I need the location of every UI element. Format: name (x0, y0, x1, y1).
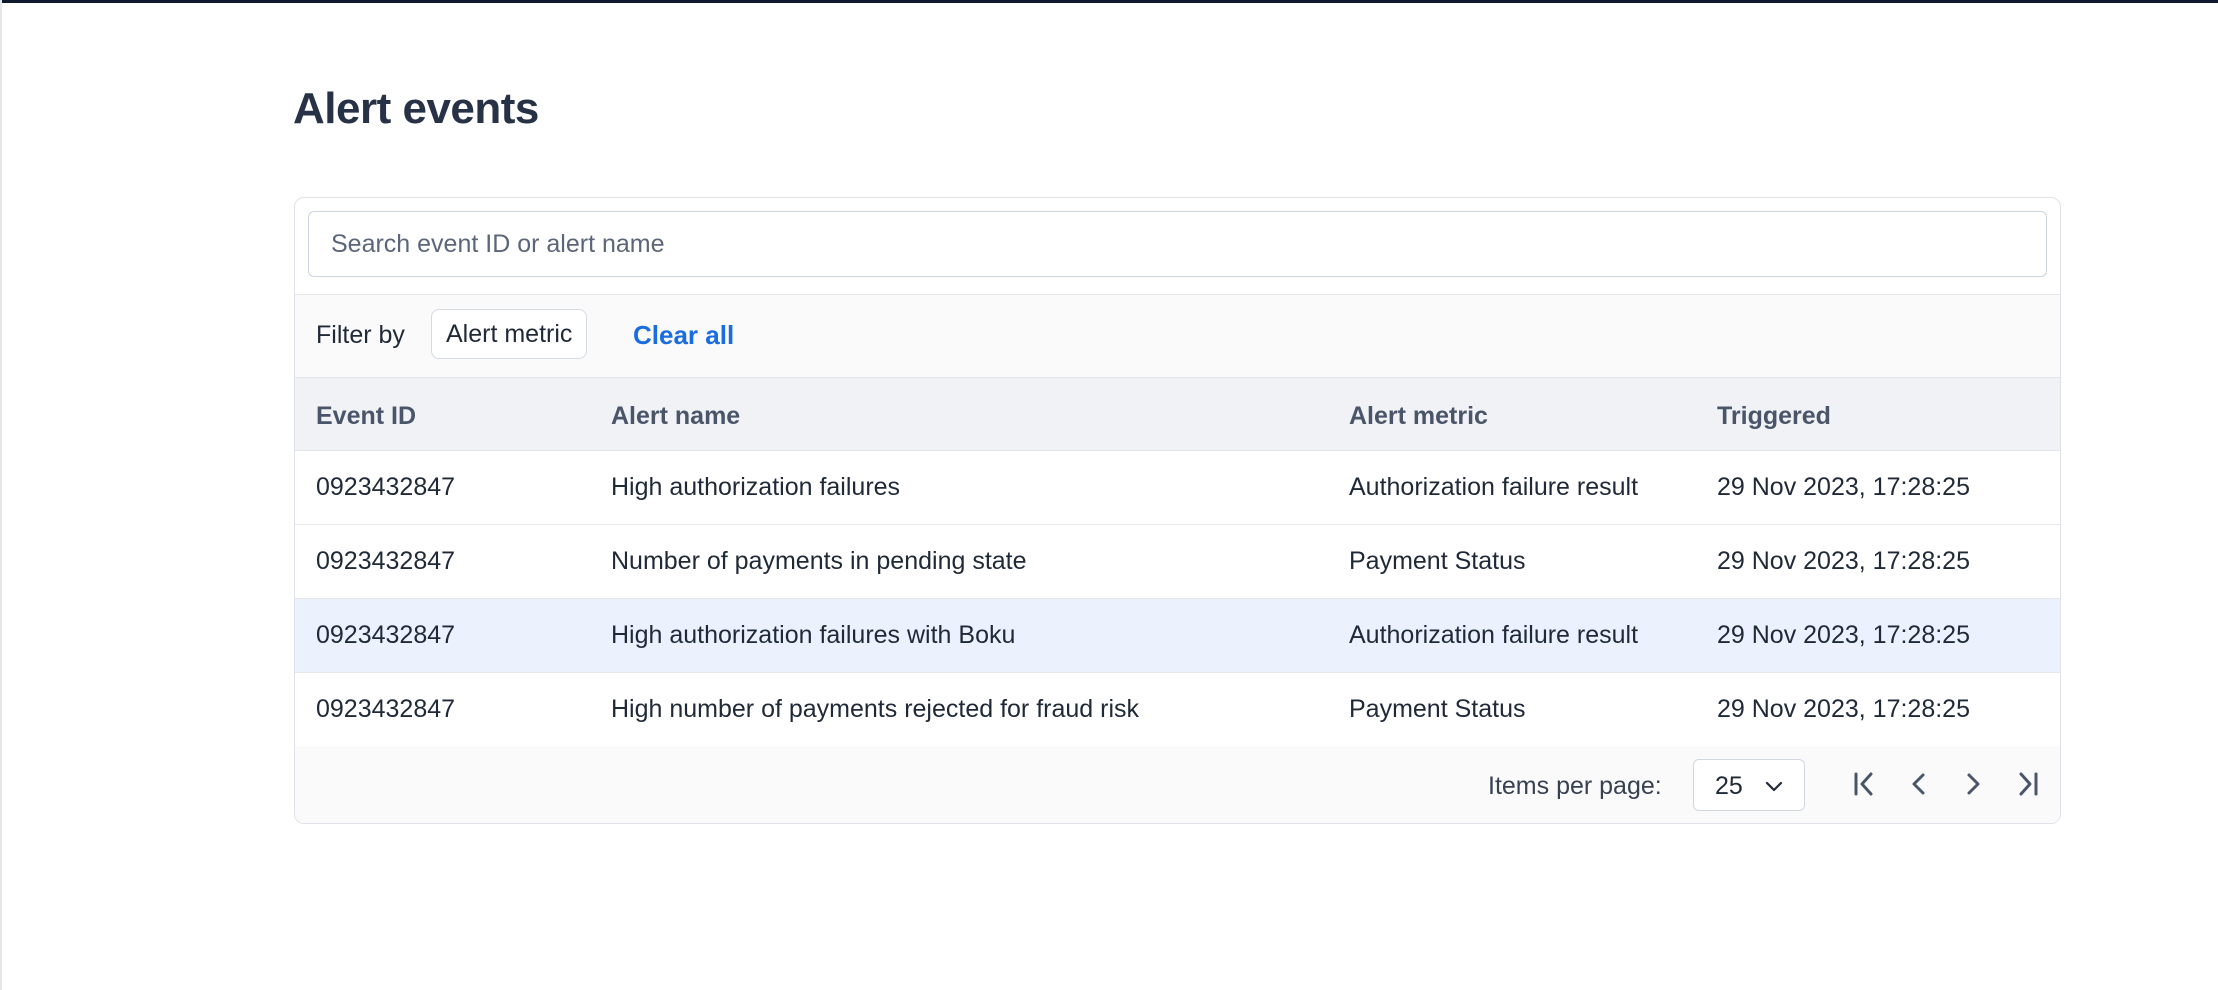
last-page-icon (2019, 772, 2038, 796)
alert-metric-cell: Authorization failure result (1349, 621, 1639, 649)
pagination-footer: Items per page: 25 (295, 746, 2060, 823)
chevron-down-icon (1765, 781, 1783, 792)
event-id-cell: 0923432847 (316, 621, 456, 649)
triggered-cell: 29 Nov 2023, 17:28:25 (1717, 473, 1970, 501)
first-page-icon (1854, 772, 1873, 796)
alert-metric-cell: Authorization failure result (1349, 473, 1639, 501)
event-id-cell: 0923432847 (316, 547, 456, 575)
alert-metric-cell: Payment Status (1349, 695, 1526, 723)
search-area (295, 198, 2060, 294)
column-header-alert-metric[interactable]: Alert metric (1349, 402, 1488, 431)
triggered-cell: 29 Nov 2023, 17:28:25 (1717, 695, 1970, 723)
left-border (0, 0, 2, 990)
column-header-alert-name[interactable]: Alert name (611, 402, 740, 431)
next-page-icon (1967, 773, 1980, 795)
alert-name-cell: High authorization failures with Boku (611, 621, 1016, 649)
top-strip (0, 0, 2218, 3)
search-input[interactable] (308, 211, 2047, 277)
table-row[interactable]: 0923432847 High authorization failures A… (295, 451, 2060, 525)
items-per-page-value: 25 (1715, 772, 1743, 800)
table-row-hovered[interactable]: 0923432847 High authorization failures w… (295, 599, 2060, 673)
previous-page-button[interactable] (1898, 763, 1940, 805)
alert-name-cell: High authorization failures (611, 473, 901, 501)
last-page-button[interactable] (2006, 763, 2048, 805)
page-title: Alert events (293, 84, 539, 133)
previous-page-icon (1912, 773, 1925, 795)
next-page-button[interactable] (1952, 763, 1994, 805)
first-page-button[interactable] (1844, 763, 1886, 805)
alert-name-cell: High number of payments rejected for fra… (611, 695, 1140, 723)
table-header: Event ID Alert name Alert metric Trigger… (295, 377, 2060, 451)
triggered-cell: 29 Nov 2023, 17:28:25 (1717, 621, 1970, 649)
filter-bar: Filter by Alert metric Clear all (295, 294, 2060, 377)
triggered-cell: 29 Nov 2023, 17:28:25 (1717, 547, 1970, 575)
event-id-cell: 0923432847 (316, 473, 456, 501)
alert-events-table: Event ID Alert name Alert metric Trigger… (295, 377, 2060, 747)
column-header-triggered[interactable]: Triggered (1717, 402, 1831, 431)
filter-chip-alert-metric[interactable]: Alert metric (431, 309, 588, 359)
items-per-page-select[interactable]: 25 (1693, 759, 1805, 811)
items-per-page-label: Items per page: (1488, 772, 1662, 800)
alert-name-cell: Number of payments in pending state (611, 547, 1027, 575)
filter-by-label: Filter by (316, 321, 405, 349)
clear-all-link[interactable]: Clear all (633, 320, 734, 351)
event-id-cell: 0923432847 (316, 695, 456, 723)
table-row[interactable]: 0923432847 High number of payments rejec… (295, 673, 2060, 747)
table-row[interactable]: 0923432847 Number of payments in pending… (295, 525, 2060, 599)
alert-metric-cell: Payment Status (1349, 547, 1526, 575)
alert-events-panel: Filter by Alert metric Clear all Event I… (294, 197, 2061, 824)
column-header-event-id[interactable]: Event ID (316, 402, 416, 431)
